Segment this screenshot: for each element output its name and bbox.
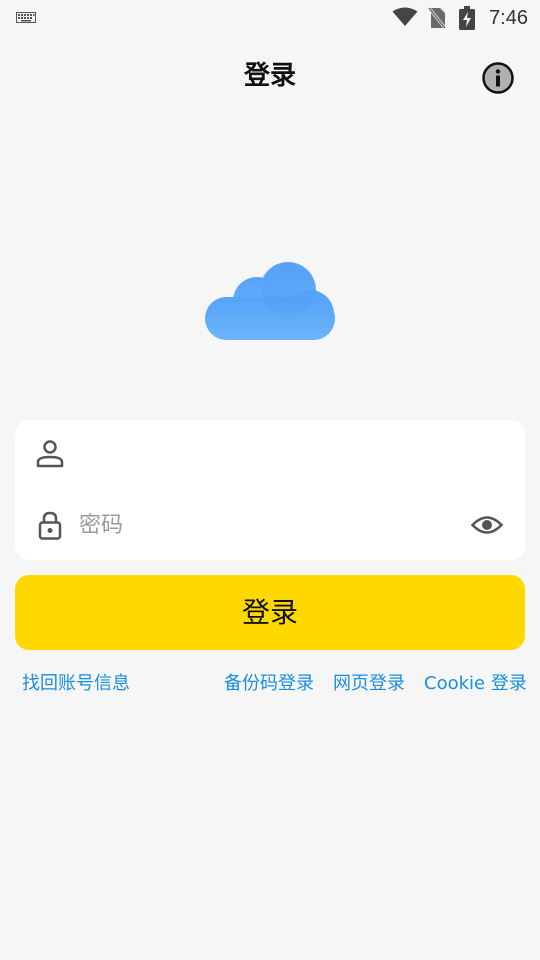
login-screen: 7:46 登录 登录 找回账号信息 备份码登录 网页登录 Cookie 登录	[0, 0, 540, 960]
wifi-icon	[392, 7, 418, 26]
user-icon	[36, 440, 64, 468]
password-input[interactable]	[79, 504, 449, 546]
battery-charging-icon	[459, 6, 475, 30]
login-form	[15, 420, 525, 560]
keyboard-icon	[16, 12, 36, 23]
username-row	[15, 420, 525, 490]
password-row	[15, 490, 525, 560]
eye-icon[interactable]	[471, 514, 503, 536]
recover-account-link[interactable]: 找回账号信息	[22, 672, 130, 696]
no-sim-icon	[428, 7, 446, 29]
web-login-link[interactable]: 网页登录	[333, 672, 405, 696]
app-bar: 登录	[0, 36, 540, 120]
cookie-login-link[interactable]: Cookie 登录	[424, 672, 527, 696]
info-icon[interactable]	[481, 61, 515, 95]
status-bar: 7:46	[0, 0, 540, 36]
cloud-logo-icon	[205, 262, 335, 340]
username-input[interactable]	[79, 434, 449, 476]
login-button[interactable]: 登录	[15, 575, 525, 650]
lock-icon	[38, 511, 62, 540]
backup-code-login-link[interactable]: 备份码登录	[224, 672, 314, 696]
status-time: 7:46	[489, 7, 528, 29]
page-title: 登录	[243, 61, 296, 91]
